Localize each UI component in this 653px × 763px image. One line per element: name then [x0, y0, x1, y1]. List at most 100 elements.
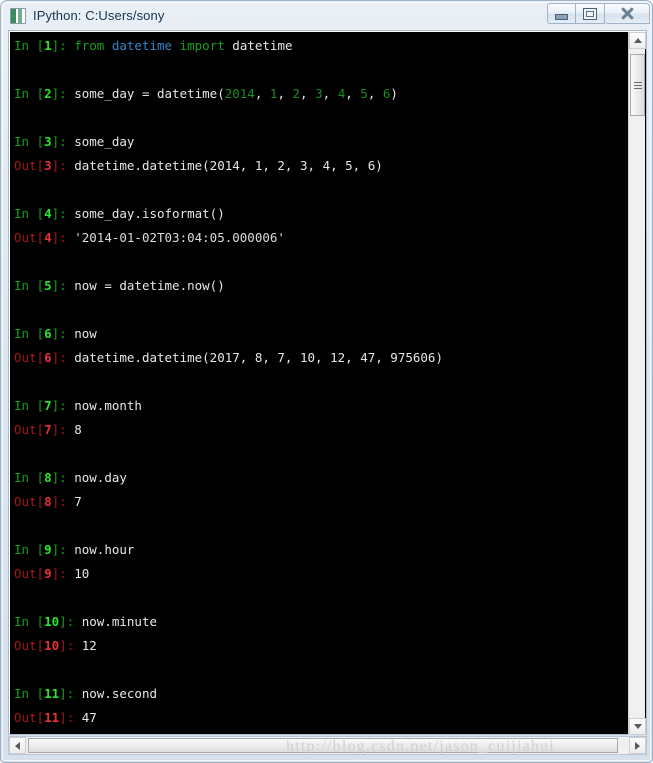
prompt-bracket-close: ]:	[51, 398, 75, 413]
console-line: Out[3]: datetime.datetime(2014, 1, 2, 3,…	[11, 154, 629, 178]
prompt-number: 4	[44, 230, 52, 245]
prompt-bracket-open: [	[36, 326, 45, 341]
minimize-button[interactable]	[547, 3, 576, 24]
code-token-txt: some_day	[74, 134, 135, 149]
title-bar[interactable]: IPython: C:Users/sony	[1, 1, 653, 30]
scroll-up-button[interactable]	[629, 32, 646, 49]
console-line: In [4]: some_day.isoformat()	[11, 202, 629, 226]
console-line: Out[8]: 7	[11, 490, 629, 514]
in-prompt-label: In	[14, 326, 37, 341]
in-prompt-label: In	[14, 614, 37, 629]
scroll-right-button[interactable]	[629, 737, 646, 754]
console-line: Out[11]: 47	[11, 706, 629, 730]
maximize-button[interactable]	[576, 3, 605, 24]
prompt-number: 9	[44, 566, 52, 581]
console-line: In [7]: now.month	[11, 394, 629, 418]
prompt-bracket-open: [	[36, 422, 45, 437]
prompt-number: 8	[44, 494, 52, 509]
code-token-txt: 10	[74, 566, 90, 581]
in-prompt-label: In	[14, 278, 37, 293]
in-prompt-label: In	[14, 86, 37, 101]
in-prompt-label: In	[14, 206, 37, 221]
ipython-window: IPython: C:Users/sony In [1]: from datet…	[0, 0, 653, 763]
prompt-number: 6	[44, 326, 52, 341]
maximize-icon	[583, 7, 597, 20]
prompt-bracket-open: [	[36, 638, 45, 653]
prompt-number: 1	[44, 38, 52, 53]
scroll-left-button[interactable]	[9, 737, 26, 754]
prompt-number: 11	[44, 686, 60, 701]
out-prompt-label: Out	[14, 494, 37, 509]
vertical-scrollbar-thumb[interactable]	[630, 54, 645, 116]
prompt-bracket-close: ]:	[51, 134, 75, 149]
code-token-txt: 47	[81, 710, 97, 725]
prompt-number: 11	[44, 710, 60, 725]
console-line: Out[10]: 12	[11, 634, 629, 658]
console-line: Out[6]: datetime.datetime(2017, 8, 7, 10…	[11, 346, 629, 370]
code-token-num: 2	[292, 86, 301, 101]
code-token-txt: 12	[81, 638, 97, 653]
window-title: IPython: C:Users/sony	[33, 8, 165, 23]
console-line: Out[4]: '2014-01-02T03:04:05.000006'	[11, 226, 629, 250]
prompt-bracket-close: ]:	[59, 686, 82, 701]
close-icon	[621, 7, 634, 20]
in-prompt-label: In	[14, 686, 37, 701]
prompt-number: 6	[44, 350, 52, 365]
code-token-txt: ,	[345, 86, 361, 101]
console-line: Out[9]: 10	[11, 562, 629, 586]
out-prompt-label: Out	[14, 158, 37, 173]
prompt-bracket-open: [	[36, 470, 45, 485]
prompt-bracket-close: ]:	[51, 422, 75, 437]
console-frame: In [1]: from datetime import datetime In …	[8, 30, 647, 735]
prompt-bracket-open: [	[36, 134, 45, 149]
console-line: In [10]: now.minute	[11, 610, 629, 634]
chevron-right-icon	[635, 741, 640, 750]
code-token-mod: datetime	[111, 38, 173, 53]
scroll-down-button[interactable]	[629, 718, 646, 735]
horizontal-scrollbar[interactable]	[8, 736, 647, 755]
minimize-icon	[555, 13, 568, 20]
code-token-txt: some_day.isoformat()	[74, 206, 225, 221]
console-line: In [2]: some_day = datetime(2014, 1, 2, …	[11, 82, 629, 106]
console-output[interactable]: In [1]: from datetime import datetime In …	[11, 32, 629, 732]
close-button[interactable]	[605, 3, 650, 24]
prompt-bracket-close: ]:	[51, 158, 75, 173]
console-line: Out[7]: 8	[11, 418, 629, 442]
prompt-bracket-close: ]:	[51, 542, 75, 557]
code-token-txt: datetime.datetime(2017, 8, 7, 10, 12, 47…	[74, 350, 443, 365]
code-token-num: 3	[315, 86, 323, 101]
in-prompt-label: In	[14, 470, 37, 485]
code-token-txt: ,	[367, 86, 383, 101]
code-token-str: '2014-01-02T03:04:05.000006'	[74, 230, 285, 245]
code-token-txt: now.day	[74, 470, 127, 485]
prompt-number: 7	[44, 398, 52, 413]
code-token-txt: now = datetime.now()	[74, 278, 225, 293]
code-token-txt: now.month	[74, 398, 142, 413]
horizontal-scrollbar-thumb[interactable]	[28, 738, 618, 753]
grip-icon	[633, 81, 642, 89]
prompt-number: 7	[44, 422, 52, 437]
code-token-txt: now.second	[81, 686, 158, 701]
console-line: In [3]: some_day	[11, 130, 629, 154]
prompt-number: 4	[44, 206, 52, 221]
prompt-bracket-close: ]:	[51, 350, 75, 365]
prompt-bracket-open: [	[36, 398, 45, 413]
prompt-number: 2	[44, 86, 52, 101]
prompt-bracket-open: [	[36, 278, 45, 293]
prompt-bracket-close: ]:	[51, 566, 75, 581]
vertical-scrollbar[interactable]	[628, 32, 646, 735]
code-token-txt: some_day = datetime(	[74, 86, 225, 101]
prompt-bracket-open: [	[36, 350, 45, 365]
prompt-number: 5	[44, 278, 52, 293]
prompt-bracket-open: [	[36, 710, 45, 725]
prompt-number: 3	[44, 134, 52, 149]
out-prompt-label: Out	[14, 350, 37, 365]
out-prompt-label: Out	[14, 422, 37, 437]
prompt-bracket-close: ]:	[51, 470, 75, 485]
